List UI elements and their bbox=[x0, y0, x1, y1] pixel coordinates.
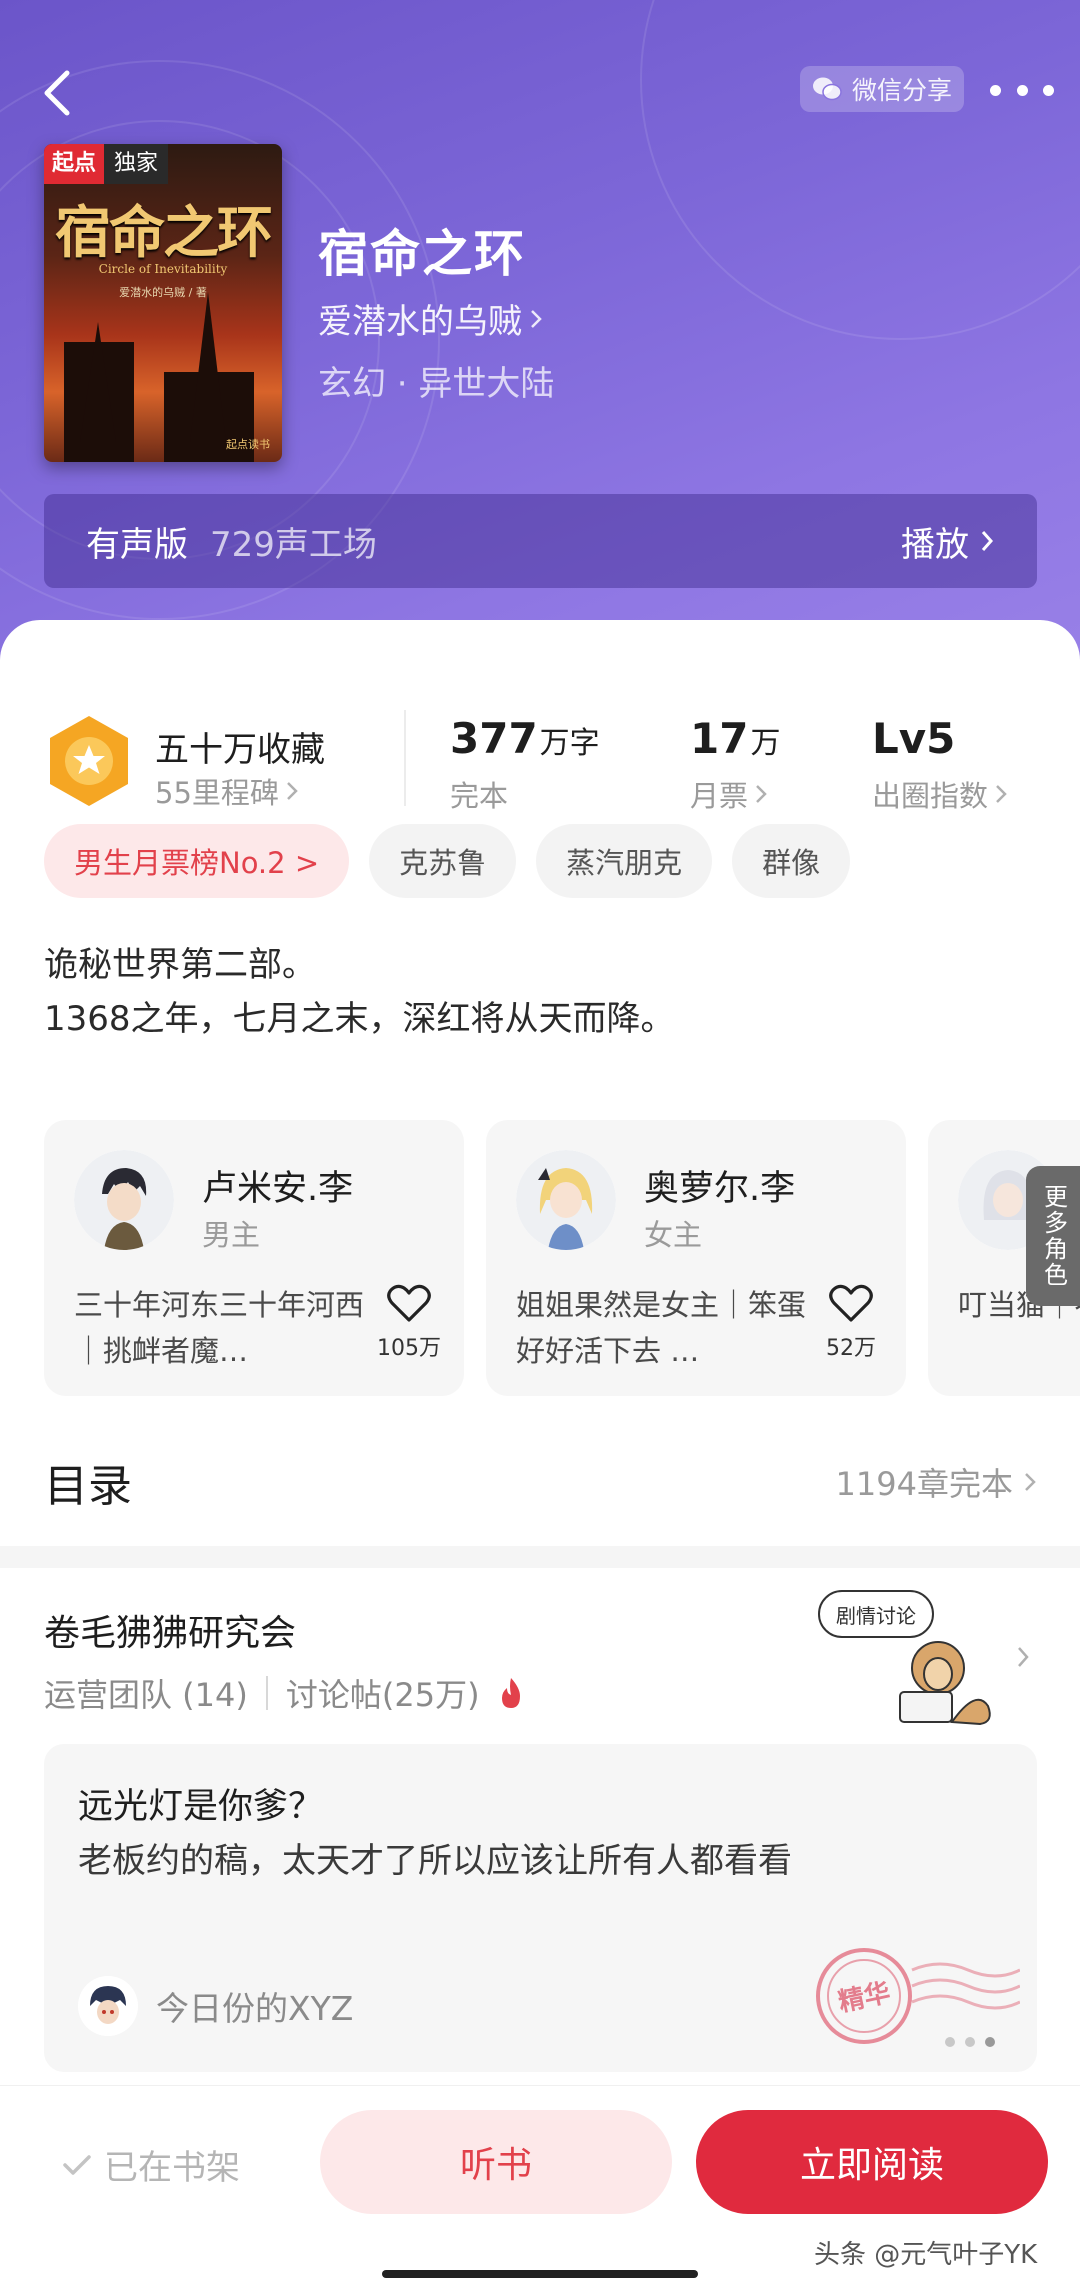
character-avatar bbox=[516, 1150, 616, 1250]
featured-post[interactable]: 远光灯是你爹？ 老板约的稿，太天才了所以应该让所有人都看看 今日份的XYZ 精华 bbox=[44, 1744, 1037, 2072]
book-header: 微信分享 起点 独家 宿命之环 Circle of Inevitability … bbox=[0, 0, 1080, 720]
character-role: 女主 bbox=[644, 1218, 703, 1252]
check-icon bbox=[63, 2154, 91, 2175]
toc-title: 目录 bbox=[44, 1461, 132, 1512]
book-detail-card: 五十万收藏 55里程碑 377万字 完本 17万 月票 Lv5 出圈指数 男生月… bbox=[0, 620, 1080, 2289]
chevron-right-icon bbox=[996, 785, 1007, 803]
character-card[interactable]: 奥萝尔.李 女主 姐姐果然是女主｜笨蛋好好活下去 … 52万 bbox=[486, 1120, 906, 1396]
book-intro[interactable]: 诡秘世界第二部。 1368之年，七月之末，深红将从天而降。 bbox=[44, 938, 675, 1046]
chevron-right-icon bbox=[531, 309, 542, 328]
author-name: 爱潜水的乌贼 bbox=[318, 302, 522, 342]
wechat-icon bbox=[812, 77, 842, 101]
post-author[interactable]: 今日份的XYZ bbox=[78, 1976, 353, 2036]
character-desc: 三十年河东三十年河西｜挑衅者魔… bbox=[74, 1288, 365, 1368]
play-label: 播放 bbox=[901, 524, 969, 565]
character-carousel[interactable]: 卢米安.李 男主 三十年河东三十年河西｜挑衅者魔… 105万 奥萝尔.李 女主 … bbox=[44, 1120, 1080, 1402]
chevron-right-icon bbox=[756, 785, 767, 803]
table-of-contents-row[interactable]: 目录 1194章完本 bbox=[44, 1440, 1037, 1524]
character-card[interactable]: 卢米安.李 男主 三十年河东三十年河西｜挑衅者魔… 105万 bbox=[44, 1120, 464, 1396]
more-characters-button[interactable]: 更多角色 bbox=[1026, 1166, 1080, 1306]
character-name: 奥萝尔.李 bbox=[644, 1169, 796, 1209]
svg-text:精华: 精华 bbox=[836, 1977, 893, 2018]
like-button[interactable]: 105万 bbox=[374, 1282, 444, 1362]
character-avatar bbox=[74, 1150, 174, 1250]
dot-icon bbox=[1043, 84, 1054, 96]
listen-button[interactable]: 听书 bbox=[320, 2110, 672, 2214]
audio-label: 有声版 bbox=[86, 524, 188, 565]
baboon-mascot-icon bbox=[899, 1641, 991, 1726]
bottom-action-bar: 已在书架 听书 立即阅读 头条 @元气叶子YK bbox=[0, 2085, 1080, 2289]
monthly-ticket-stat[interactable]: 17万 月票 bbox=[690, 714, 780, 815]
chevron-right-icon bbox=[1025, 1473, 1036, 1491]
heart-icon bbox=[387, 1284, 431, 1322]
collection-milestone: 五十万收藏 bbox=[155, 730, 325, 770]
fan-club-row[interactable]: 卷毛狒狒研究会 运营团队 (14) 讨论帖(25万) 剧情讨论 bbox=[44, 1590, 1037, 1726]
divider bbox=[404, 710, 406, 806]
dot-icon bbox=[990, 84, 1001, 96]
milestone-link[interactable]: 55里程碑 bbox=[155, 770, 299, 812]
share-label: 微信分享 bbox=[851, 76, 952, 105]
in-bookshelf-status: 已在书架 bbox=[62, 2140, 240, 2189]
like-count: 105万 bbox=[377, 1336, 441, 1361]
tag-item[interactable]: 群像 bbox=[732, 824, 851, 898]
cover-title-art: 宿命之环 bbox=[55, 200, 273, 266]
watermark: 头条 @元气叶子YK bbox=[814, 2240, 1038, 2270]
post-body: 老板约的稿，太天才了所以应该让所有人都看看 bbox=[78, 1841, 792, 1881]
fire-icon bbox=[501, 1678, 520, 1708]
book-genre: 玄幻 · 异世大陆 bbox=[318, 364, 555, 404]
post-author-name: 今日份的XYZ bbox=[156, 1989, 354, 2028]
wechat-share-button[interactable]: 微信分享 bbox=[800, 66, 964, 112]
like-count: 52万 bbox=[826, 1336, 876, 1361]
dot-icon bbox=[1016, 84, 1028, 96]
character-name: 卢米安.李 bbox=[202, 1169, 354, 1209]
home-indicator[interactable] bbox=[382, 2270, 698, 2278]
tag-item[interactable]: 蒸汽朋克 bbox=[536, 824, 713, 898]
stats-row: 五十万收藏 55里程碑 377万字 完本 17万 月票 Lv5 出圈指数 bbox=[0, 660, 1080, 813]
avatar bbox=[78, 1976, 138, 2036]
decor-ring bbox=[640, 0, 1080, 340]
cover-subtitle-art: Circle of Inevitability bbox=[98, 262, 228, 276]
exclusive-badge: 起点 独家 bbox=[44, 144, 169, 184]
club-posts: 讨论帖(25万) bbox=[285, 1676, 480, 1714]
tag-item[interactable]: 克苏鲁 bbox=[369, 824, 517, 898]
word-count-stat: 377万字 完本 bbox=[450, 714, 600, 813]
chevron-right-icon bbox=[287, 782, 298, 800]
tag-list: 男生月票榜No.2 > 克苏鲁 蒸汽朋克 群像 bbox=[44, 824, 851, 898]
chapter-count: 1194章完本 bbox=[836, 1459, 1037, 1505]
featured-stamp-icon: 精华 bbox=[816, 1948, 1020, 2047]
book-cover[interactable]: 起点 独家 宿命之环 Circle of Inevitability 爱潜水的乌… bbox=[44, 144, 282, 462]
chevron-right-icon bbox=[1018, 1647, 1029, 1667]
character-role: 男主 bbox=[202, 1218, 261, 1252]
character-desc: 姐姐果然是女主｜笨蛋好好活下去 … bbox=[516, 1288, 807, 1368]
more-options-button[interactable] bbox=[990, 70, 1054, 110]
tag-ranking[interactable]: 男生月票榜No.2 > bbox=[44, 824, 350, 898]
cover-author-art: 爱潜水的乌贼 / 著 bbox=[119, 286, 207, 299]
medal-star-icon[interactable] bbox=[46, 714, 132, 808]
audiobook-bar[interactable]: 有声版 729声工场 播放 bbox=[44, 494, 1037, 588]
read-now-button[interactable]: 立即阅读 bbox=[696, 2110, 1048, 2214]
chevron-left-icon bbox=[44, 70, 70, 116]
club-team: 运营团队 (14) bbox=[44, 1676, 248, 1714]
popularity-index-stat[interactable]: Lv5 出圈指数 bbox=[872, 714, 1008, 815]
author-link[interactable]: 爱潜水的乌贼 bbox=[318, 294, 544, 343]
heart-icon bbox=[829, 1284, 873, 1322]
audio-studio: 729声工场 bbox=[210, 524, 377, 565]
like-button[interactable]: 52万 bbox=[816, 1282, 886, 1362]
book-title: 宿命之环 bbox=[318, 224, 526, 283]
section-divider bbox=[0, 1546, 1080, 1568]
post-title: 远光灯是你爹？ bbox=[78, 1787, 324, 1827]
back-button[interactable] bbox=[22, 58, 92, 128]
play-button[interactable]: 播放 bbox=[901, 517, 995, 566]
chevron-right-icon bbox=[981, 531, 994, 551]
cover-publisher-art: 起点读书 bbox=[226, 438, 270, 451]
